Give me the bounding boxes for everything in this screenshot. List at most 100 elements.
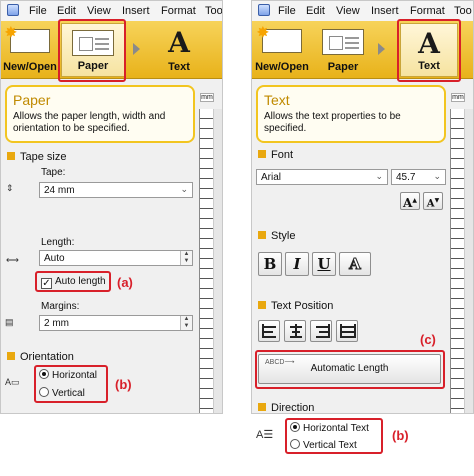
text-settings-panel: File Edit View Insert Format Too ✸ New/O… [251,0,474,414]
tape-label: Tape: [41,167,66,178]
ribbon-tab-new-open[interactable]: ✸ New/Open [1,23,59,77]
menu-format[interactable]: Format [161,5,196,17]
menu-view[interactable]: View [87,5,111,17]
annotation-c: (c) [420,332,436,347]
font-size-select[interactable]: 45.7 ⌄ [391,169,446,185]
ruler-unit: mm [451,93,465,102]
length-icon: ⟷ [6,255,19,265]
chevron-down-icon: ⌄ [375,171,383,181]
new-open-icon: ✸ [257,24,302,53]
highlight-auto-length [35,271,111,292]
text-icon: A [168,26,190,59]
highlight-direction [285,418,383,454]
info-description: Allows the text properties to be specifi… [264,111,401,134]
margins-spinner[interactable]: ▲ ▼ [180,316,192,330]
info-title: Text [264,92,290,108]
ribbon-label: Text [168,61,190,73]
ribbon-arrow-icon [378,43,385,55]
menu-insert[interactable]: Insert [122,5,150,17]
section-label: Orientation [20,351,74,363]
section-marker [258,150,266,158]
menu-view[interactable]: View [336,5,360,17]
info-title: Paper [13,92,51,108]
highlight-automatic-length [255,350,445,389]
menu-tools[interactable]: Too [454,5,472,17]
paper-icon [322,29,364,55]
highlight-paper-tab [58,19,126,82]
justify-button[interactable] [336,320,358,342]
menu-edit[interactable]: Edit [306,5,325,17]
style-header: Style [258,230,295,242]
menu-edit[interactable]: Edit [57,5,76,17]
ribbon-tab-paper[interactable]: Paper [314,23,372,77]
align-center-button[interactable] [284,320,306,342]
font-size-value: 45.7 [396,172,416,183]
chevron-down-icon: ⌄ [433,171,441,181]
align-right-button[interactable] [310,320,332,342]
tape-value: 24 mm [44,185,75,196]
ruler-unit: mm [200,93,214,102]
paper-settings-panel: File Edit View Insert Format Too ✸ New/O… [0,0,223,414]
menu-insert[interactable]: Insert [371,5,399,17]
direction-icon: A☰ [256,429,274,441]
section-marker [258,231,266,239]
menu-format[interactable]: Format [410,5,445,17]
length-spinner[interactable]: ▲ ▼ [180,251,192,265]
orientation-icon: A▭ [5,377,20,387]
ribbon-arrow-icon [133,43,140,55]
italic-button[interactable]: I [285,252,309,276]
tape-width-icon: ⇕ [6,183,14,193]
section-marker [7,352,15,360]
tape-size-header: Tape size [7,151,66,163]
ribbon-label: Paper [327,61,359,73]
vertical-ruler: mm [450,93,465,413]
info-description: Allows the paper length, width and orien… [13,111,166,134]
margins-label: Margins: [41,301,80,312]
length-value: Auto [44,253,65,264]
highlight-orientation [34,365,108,403]
annotation-b: (b) [392,428,409,443]
margins-value: 2 mm [44,318,69,329]
info-box: Text Allows the text properties to be sp… [256,85,446,143]
underline-button[interactable]: U [312,252,336,276]
decrease-font-size-button[interactable]: A▼ [423,192,443,210]
orientation-header: Orientation [7,351,74,363]
info-box: Paper Allows the paper length, width and… [5,85,195,143]
margins-icon: ▤ [5,317,14,327]
scrollbar[interactable] [464,109,473,413]
menu-file[interactable]: File [29,5,47,17]
ribbon-tab-new-open[interactable]: ✸ New/Open [252,23,312,77]
increase-font-size-button[interactable]: A▲ [400,192,420,210]
tape-select[interactable]: 24 mm ⌄ [39,182,193,198]
chevron-down-icon: ⌄ [180,184,188,194]
ribbon-tab-text[interactable]: A Text [151,23,207,77]
ribbon-label: New/Open [3,61,57,73]
font-value: Arial [261,172,282,183]
section-label: Style [271,230,296,242]
app-icon[interactable] [258,4,270,16]
bold-button[interactable]: B [258,252,282,276]
section-marker [258,403,266,411]
font-header: Font [258,149,293,161]
highlight-text-tab [397,19,461,82]
section-label: Direction [271,402,315,414]
align-right-icon [328,324,330,338]
menu-bar: File Edit View Insert Format Too [1,1,222,21]
text-position-header: Text Position [258,300,333,312]
menu-file[interactable]: File [278,5,296,17]
length-label: Length: [41,237,75,248]
margins-field[interactable]: 2 mm ▲ ▼ [39,315,193,331]
app-icon[interactable] [7,4,19,16]
section-marker [258,301,266,309]
vertical-ruler: mm [199,93,214,413]
align-left-button[interactable] [258,320,280,342]
scrollbar[interactable] [213,109,222,413]
menu-tools[interactable]: Too [205,5,222,17]
font-select[interactable]: Arial ⌄ [256,169,388,185]
annotation-b: (b) [115,377,132,392]
length-field[interactable]: Auto ▲ ▼ [39,250,193,266]
text-effect-button[interactable]: A [339,252,371,276]
section-marker [7,152,15,160]
section-label: Font [271,149,294,161]
section-label: Text Position [271,300,334,312]
